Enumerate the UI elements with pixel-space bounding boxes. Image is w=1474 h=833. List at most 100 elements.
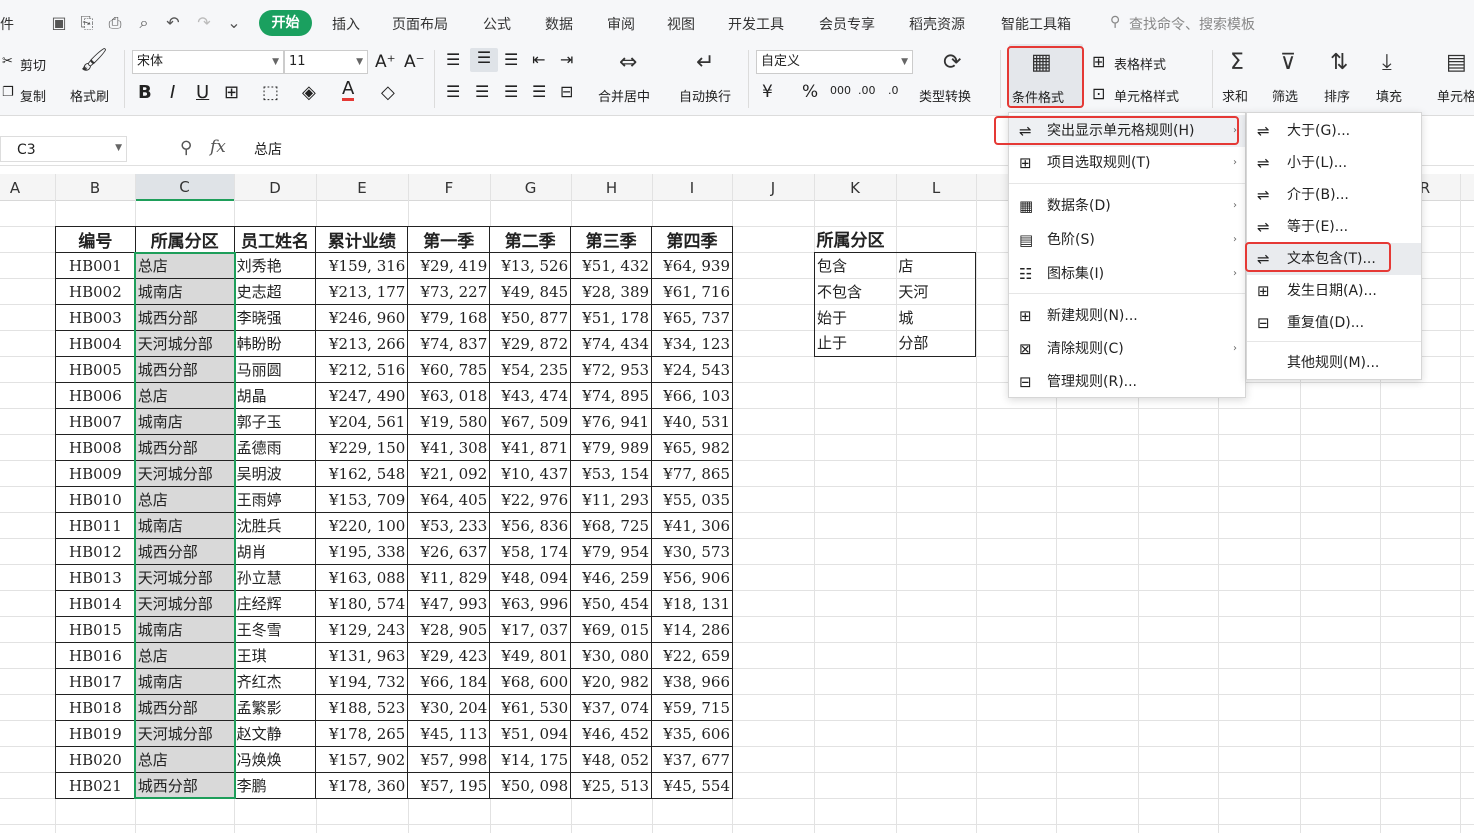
table-cell[interactable]: ¥51, 178	[570, 304, 653, 331]
table-cell[interactable]: ¥29, 419	[407, 252, 491, 279]
font-color-icon[interactable]: A	[342, 80, 355, 101]
table-cell[interactable]: HB017	[55, 668, 136, 695]
table-cell[interactable]: ¥18, 131	[651, 590, 733, 617]
table-cell[interactable]: ¥72, 953	[570, 356, 653, 383]
table-cell[interactable]: 王雨婷	[233, 486, 317, 513]
table-cell[interactable]: 孟德雨	[233, 434, 317, 461]
table-cell[interactable]: 郭子玉	[233, 408, 317, 435]
tab-data[interactable]: 数据	[545, 14, 573, 34]
number-format-select[interactable]: 自定义 ▼	[756, 50, 913, 74]
criteria-cell[interactable]: 包含	[814, 252, 897, 278]
cell-icon[interactable]: ▤	[1446, 50, 1467, 75]
bold-icon[interactable]: B	[138, 82, 152, 103]
table-cell[interactable]: ¥46, 259	[570, 564, 653, 591]
fill-down-icon[interactable]: ⤓	[1382, 50, 1392, 75]
menu-item-data-bars[interactable]: ▦ 数据条(D) ›	[1009, 190, 1245, 222]
tab-page-layout[interactable]: 页面布局	[392, 14, 448, 34]
column-header-h[interactable]: H	[571, 179, 652, 197]
save-icon[interactable]: ▣	[48, 12, 70, 34]
italic-icon[interactable]: I	[170, 82, 175, 103]
font-family-select[interactable]: 宋体 ▼	[132, 50, 284, 74]
table-cell[interactable]: HB012	[55, 538, 136, 565]
table-cell[interactable]: ¥66, 184	[407, 668, 491, 695]
table-cell[interactable]: ¥48, 052	[570, 746, 653, 773]
table-cell[interactable]: ¥41, 308	[407, 434, 491, 461]
table-cell[interactable]: ¥51, 432	[570, 252, 653, 279]
table-cell[interactable]: ¥129, 243	[315, 616, 409, 643]
empty-cell[interactable]	[896, 226, 976, 253]
table-cell[interactable]: ¥67, 509	[489, 408, 572, 435]
align-middle-icon[interactable]: ☰	[470, 48, 498, 72]
table-cell[interactable]: ¥213, 177	[315, 278, 409, 305]
table-cell[interactable]: ¥14, 175	[489, 746, 572, 773]
table-cell[interactable]: ¥29, 423	[407, 642, 491, 669]
wrap-text-button[interactable]: 自动换行	[679, 86, 731, 105]
table-cell[interactable]: ¥57, 998	[407, 746, 491, 773]
column-header-j[interactable]: J	[732, 179, 814, 197]
table-cell[interactable]: HB004	[55, 330, 136, 357]
font-grow-icon[interactable]: A⁺	[375, 52, 396, 72]
table-cell[interactable]: ¥51, 094	[489, 720, 572, 747]
menu-item-equal-to[interactable]: ⇌ 等于(E)...	[1247, 211, 1421, 243]
table-cell[interactable]: ¥204, 561	[315, 408, 409, 435]
menu-item-between[interactable]: ⇌ 介于(B)...	[1247, 179, 1421, 211]
table-cell[interactable]: ¥77, 865	[651, 460, 733, 487]
column-header-g[interactable]: G	[490, 179, 571, 197]
table-cell[interactable]: ¥68, 600	[489, 668, 572, 695]
table-cell[interactable]: ¥131, 963	[315, 642, 409, 669]
menu-item-more-rules[interactable]: 其他规则(M)...	[1247, 347, 1421, 379]
column-header-k[interactable]: K	[814, 179, 896, 197]
table-cell[interactable]: 冯焕焕	[233, 746, 317, 773]
table-cell[interactable]: ¥178, 265	[315, 720, 409, 747]
table-cell[interactable]: ¥54, 235	[489, 356, 572, 383]
table-cell[interactable]: ¥46, 452	[570, 720, 653, 747]
menu-item-icon-sets[interactable]: ☷ 图标集(I) ›	[1009, 258, 1245, 290]
table-cell[interactable]: HB014	[55, 590, 136, 617]
table-cell[interactable]: ¥11, 293	[570, 486, 653, 513]
menu-item-clear-rules[interactable]: ⊠ 清除规则(C) ›	[1009, 333, 1245, 365]
fill-color-icon[interactable]: ◈	[302, 82, 316, 103]
table-cell[interactable]: HB007	[55, 408, 136, 435]
table-cell[interactable]: HB020	[55, 746, 136, 773]
thousands-icon[interactable]: 000	[830, 84, 851, 97]
merge-icon[interactable]: ⇔	[619, 50, 637, 75]
table-cell[interactable]: 胡晶	[233, 382, 317, 409]
table-cell[interactable]: ¥194, 732	[315, 668, 409, 695]
table-cell[interactable]: 吴明波	[233, 460, 317, 487]
table-cell[interactable]: HB002	[55, 278, 136, 305]
tab-insert[interactable]: 插入	[332, 14, 360, 34]
table-cell[interactable]: ¥29, 872	[489, 330, 572, 357]
table-cell[interactable]: ¥22, 659	[651, 642, 733, 669]
table-cell[interactable]: ¥53, 154	[570, 460, 653, 487]
table-cell[interactable]: HB015	[55, 616, 136, 643]
table-cell[interactable]: HB019	[55, 720, 136, 747]
undo-icon[interactable]: ↶	[162, 12, 184, 34]
table-cell[interactable]: ¥13, 526	[489, 252, 572, 279]
sum-icon[interactable]: Σ	[1230, 50, 1244, 75]
table-cell[interactable]: HB011	[55, 512, 136, 539]
menu-item-date-occurring[interactable]: ⊞ 发生日期(A)...	[1247, 275, 1421, 307]
table-cell[interactable]: ¥65, 737	[651, 304, 733, 331]
table-cell[interactable]: ¥14, 286	[651, 616, 733, 643]
menu-item-manage-rules[interactable]: ⊟ 管理规则(R)...	[1009, 366, 1245, 398]
header-cell[interactable]: 第三季	[570, 226, 653, 253]
table-cell[interactable]: ¥48, 094	[489, 564, 572, 591]
print-preview-icon[interactable]: ⌕	[133, 12, 155, 34]
header-cell[interactable]: 所属分区	[134, 226, 235, 253]
table-cell[interactable]: ¥178, 360	[315, 772, 409, 799]
menu-item-top-bottom-rules[interactable]: ⊞ 项目选取规则(T) ›	[1009, 147, 1245, 179]
table-cell[interactable]: ¥22, 976	[489, 486, 572, 513]
table-cell[interactable]: 王冬雪	[233, 616, 317, 643]
table-cell[interactable]: ¥10, 437	[489, 460, 572, 487]
table-cell[interactable]: ¥63, 996	[489, 590, 572, 617]
merge-center-button[interactable]: 合并居中	[598, 86, 650, 105]
table-cell[interactable]: ¥19, 580	[407, 408, 491, 435]
sum-button[interactable]: 求和	[1222, 86, 1248, 105]
table-cell[interactable]: ¥26, 637	[407, 538, 491, 565]
criteria-cell[interactable]: 止于	[814, 330, 897, 357]
type-convert-button[interactable]: 类型转换	[919, 86, 971, 105]
table-cell[interactable]: ¥79, 954	[570, 538, 653, 565]
table-cell[interactable]: ¥66, 103	[651, 382, 733, 409]
table-cell[interactable]: ¥49, 801	[489, 642, 572, 669]
menu-item-new-rule[interactable]: ⊞ 新建规则(N)...	[1009, 300, 1245, 332]
